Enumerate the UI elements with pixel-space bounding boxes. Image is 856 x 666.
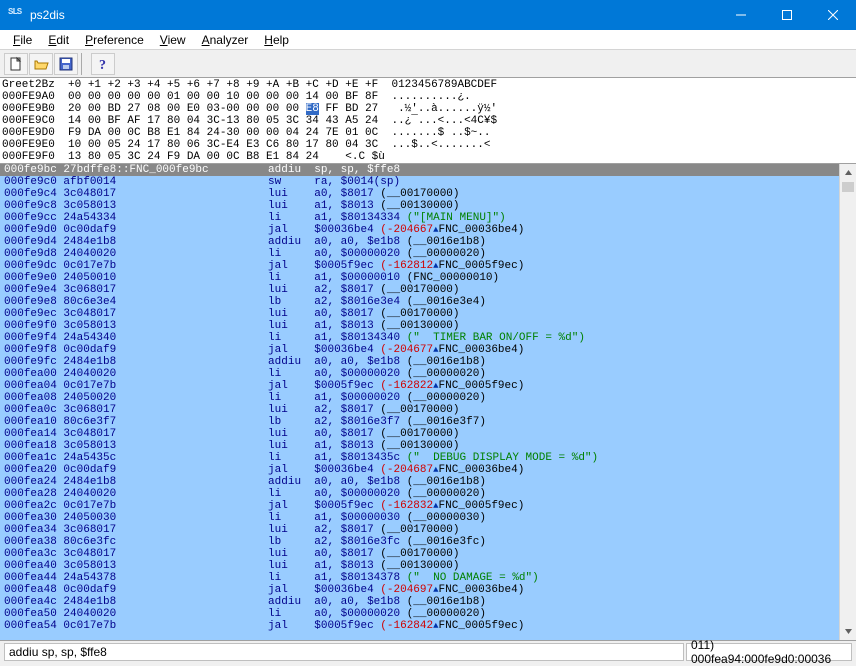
toolbar-separator (81, 53, 89, 75)
disassembly-row[interactable]: 000fea3c 3c048017 lui a0, $8017 (__00170… (0, 548, 856, 560)
disassembly-row[interactable]: 000fea18 3c058013 lui a1, $8013 (__00130… (0, 440, 856, 452)
disassembly-row[interactable]: 000fea54 0c017e7b jal $0005f9ec (-162842… (0, 620, 856, 632)
menu-help[interactable]: Help (257, 32, 296, 48)
menu-view[interactable]: View (153, 32, 193, 48)
disassembly-row[interactable]: 000fea04 0c017e7b jal $0005f9ec (-162822… (0, 380, 856, 392)
disassembly-row[interactable]: 000fe9f8 0c00daf9 jal $00036be4 (-204677… (0, 344, 856, 356)
status-left: addiu sp, sp, $ffe8 (4, 643, 684, 661)
menu-file[interactable]: File (6, 32, 39, 48)
disassembly-row[interactable]: 000fea28 24040020 li a0, $00000020 (__00… (0, 488, 856, 500)
scroll-down-button[interactable] (840, 623, 856, 640)
new-button[interactable] (4, 53, 28, 75)
disassembly-row[interactable]: 000fea10 80c6e3f7 lb a2, $8016e3f7 (__00… (0, 416, 856, 428)
status-right: 011) 000fea94:000fe9d0:00036 (686, 643, 852, 661)
disassembly-row[interactable]: 000fea2c 0c017e7b jal $0005f9ec (-162832… (0, 500, 856, 512)
disassembly-row[interactable]: 000fea00 24040020 li a0, $00000020 (__00… (0, 368, 856, 380)
disassembly-row[interactable]: 000fea34 3c068017 lui a2, $8017 (__00170… (0, 524, 856, 536)
close-button[interactable] (810, 0, 856, 30)
disassembly-row[interactable]: 000fe9e0 24050010 li a1, $00000010 (FNC_… (0, 272, 856, 284)
help-button[interactable]: ? (91, 53, 115, 75)
vertical-scrollbar[interactable] (839, 164, 856, 640)
disassembly-row[interactable]: 000fe9d8 24040020 li a0, $00000020 (__00… (0, 248, 856, 260)
disassembly-row[interactable]: 000fea1c 24a5435c li a1, $8013435c (" DE… (0, 452, 856, 464)
disassembly-row[interactable]: 000fe9c8 3c058013 lui a1, $8013 (__00130… (0, 200, 856, 212)
disassembly-row[interactable]: 000fea0c 3c068017 lui a2, $8017 (__00170… (0, 404, 856, 416)
disassembly-row[interactable]: 000fea4c 2484e1b8 addiu a0, a0, $e1b8 (_… (0, 596, 856, 608)
disassembly-row[interactable]: 000fea38 80c6e3fc lb a2, $8016e3fc (__00… (0, 536, 856, 548)
scroll-track[interactable] (840, 181, 856, 623)
scroll-thumb[interactable] (842, 182, 854, 192)
window: SLS ps2dis File Edit Preference View Ana… (0, 0, 856, 662)
disassembly-row[interactable]: 000fe9d4 2484e1b8 addiu a0, a0, $e1b8 (_… (0, 236, 856, 248)
titlebar[interactable]: SLS ps2dis (0, 0, 856, 30)
disassembly-row[interactable]: 000fea20 0c00daf9 jal $00036be4 (-204687… (0, 464, 856, 476)
disassembly-row[interactable]: 000fea08 24050020 li a1, $00000020 (__00… (0, 392, 856, 404)
disassembly-row[interactable]: 000fea50 24040020 li a0, $00000020 (__00… (0, 608, 856, 620)
scroll-up-button[interactable] (840, 164, 856, 181)
disassembly-row[interactable]: 000fea40 3c058013 lui a1, $8013 (__00130… (0, 560, 856, 572)
app-icon: SLS (8, 7, 24, 23)
disassembly-row[interactable]: 000fe9e4 3c068017 lui a2, $8017 (__00170… (0, 284, 856, 296)
disassembly-row[interactable]: 000fe9bc 27bdffe8::FNC_000fe9bc addiu sp… (0, 164, 856, 176)
disassembly-row[interactable]: 000fea48 0c00daf9 jal $00036be4 (-204697… (0, 584, 856, 596)
toolbar: ? (0, 50, 856, 78)
disassembly-row[interactable]: 000fe9fc 2484e1b8 addiu a0, a0, $e1b8 (_… (0, 356, 856, 368)
disassembly-row[interactable]: 000fe9e8 80c6e3e4 lb a2, $8016e3e4 (__00… (0, 296, 856, 308)
menubar: File Edit Preference View Analyzer Help (0, 30, 856, 50)
disassembly-row[interactable]: 000fe9f4 24a54340 li a1, $80134340 (" TI… (0, 332, 856, 344)
window-title: ps2dis (30, 8, 718, 22)
disassembly-row[interactable]: 000fe9ec 3c048017 lui a0, $8017 (__00170… (0, 308, 856, 320)
disassembly-row[interactable]: 000fe9c4 3c048017 lui a0, $8017 (__00170… (0, 188, 856, 200)
window-buttons (718, 0, 856, 30)
menu-edit[interactable]: Edit (41, 32, 76, 48)
disassembly-row[interactable]: 000fe9d0 0c00daf9 jal $00036be4 (-204667… (0, 224, 856, 236)
disassembly-row[interactable]: 000fea30 24050030 li a1, $00000030 (__00… (0, 512, 856, 524)
menu-analyzer[interactable]: Analyzer (195, 32, 256, 48)
disassembly-pane[interactable]: 000fe9bc 27bdffe8::FNC_000fe9bc addiu sp… (0, 164, 856, 640)
disassembly-row[interactable]: 000fea14 3c048017 lui a0, $8017 (__00170… (0, 428, 856, 440)
svg-text:?: ? (99, 58, 106, 72)
hex-pane[interactable]: Greet2Bz +0 +1 +2 +3 +4 +5 +6 +7 +8 +9 +… (0, 78, 856, 164)
open-button[interactable] (29, 53, 53, 75)
maximize-button[interactable] (764, 0, 810, 30)
disassembly-row[interactable]: 000fe9c0 afbf0014 sw ra, $0014(sp) (0, 176, 856, 188)
minimize-button[interactable] (718, 0, 764, 30)
disassembly-row[interactable]: 000fe9dc 0c017e7b jal $0005f9ec (-162812… (0, 260, 856, 272)
disassembly-row[interactable]: 000fe9cc 24a54334 li a1, $80134334 ("[MA… (0, 212, 856, 224)
save-button[interactable] (54, 53, 78, 75)
disassembly-row[interactable]: 000fea44 24a54378 li a1, $80134378 (" NO… (0, 572, 856, 584)
menu-preference[interactable]: Preference (78, 32, 151, 48)
disassembly-row[interactable]: 000fe9f0 3c058013 lui a1, $8013 (__00130… (0, 320, 856, 332)
disassembly-row[interactable]: 000fea24 2484e1b8 addiu a0, a0, $e1b8 (_… (0, 476, 856, 488)
statusbar: addiu sp, sp, $ffe8 011) 000fea94:000fe9… (0, 640, 856, 662)
